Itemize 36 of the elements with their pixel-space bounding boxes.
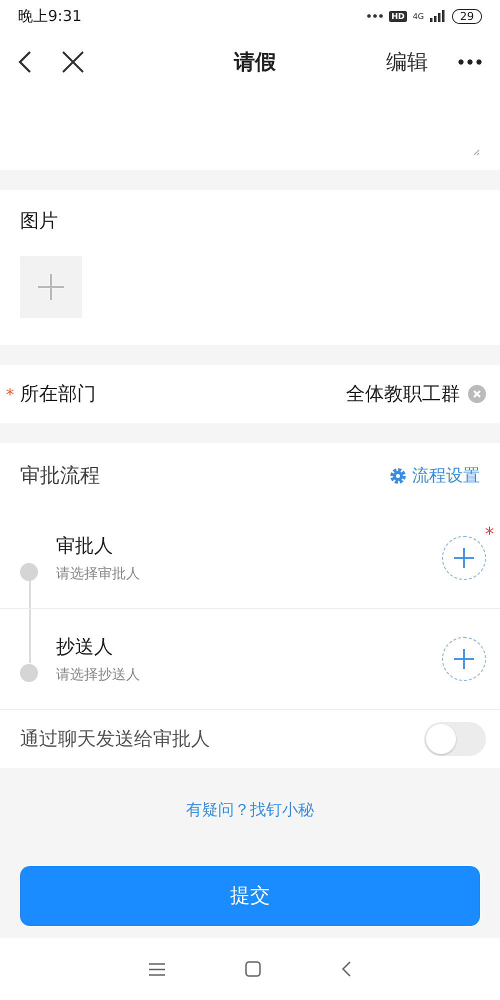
- plus-icon: [37, 273, 65, 301]
- approval-title: 审批流程: [20, 462, 100, 489]
- status-time: 晚上9:31: [18, 6, 82, 26]
- edit-button[interactable]: 编辑: [386, 48, 428, 76]
- step-title: 审批人: [56, 534, 114, 559]
- hd-badge: HD: [389, 10, 407, 22]
- images-title: 图片: [20, 209, 59, 234]
- process-settings-link[interactable]: 流程设置: [390, 464, 480, 487]
- step-title: 抄送人: [56, 635, 114, 660]
- plus-icon: [454, 548, 474, 568]
- signal-icon: [430, 10, 446, 22]
- gear-icon: [390, 468, 406, 484]
- required-mark: *: [6, 384, 14, 404]
- notify-toggle[interactable]: [424, 722, 486, 756]
- page-title: 请假: [232, 49, 277, 76]
- close-button[interactable]: [62, 51, 84, 73]
- menu-button[interactable]: [149, 962, 165, 976]
- plus-icon: [454, 649, 474, 669]
- close-icon: [473, 390, 481, 398]
- help-link[interactable]: 有疑问？找钉小秘: [186, 800, 314, 821]
- network-label: 4G: [412, 12, 424, 20]
- more-button[interactable]: [458, 59, 482, 65]
- step-hint: 请选择抄送人: [56, 666, 141, 684]
- submit-button[interactable]: 提交: [20, 866, 480, 926]
- required-mark: *: [485, 526, 494, 544]
- notify-label: 通过聊天发送给审批人: [20, 727, 210, 752]
- more-dots-icon: [367, 14, 384, 18]
- step-hint: 请选择审批人: [56, 565, 141, 583]
- department-label: 所在部门: [20, 382, 97, 407]
- text-field[interactable]: [0, 92, 500, 170]
- department-value: 全体教职工群: [346, 382, 460, 407]
- back-nav-button[interactable]: [341, 961, 351, 977]
- battery-level: 29: [452, 8, 482, 24]
- resize-grip-icon: [473, 149, 480, 156]
- back-button[interactable]: [18, 50, 32, 74]
- home-button[interactable]: [245, 961, 261, 977]
